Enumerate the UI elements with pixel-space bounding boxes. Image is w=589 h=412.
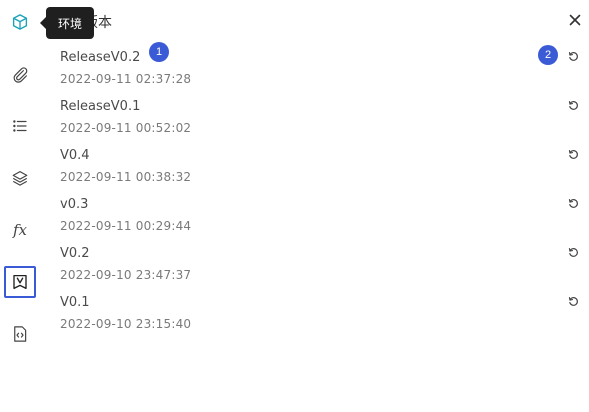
left-rail: fx [0, 0, 40, 412]
rail-code-button[interactable] [4, 318, 36, 350]
restore-icon [568, 198, 578, 208]
annotation-badge-1: 1 [149, 42, 169, 62]
version-name: V0.1 [60, 295, 90, 310]
version-name: V0.4 [60, 148, 90, 163]
version-list: ReleaseV0.2 2022-09-11 02:37:28 ReleaseV… [60, 44, 585, 338]
version-row[interactable]: ReleaseV0.2 2022-09-11 02:37:28 [60, 44, 585, 93]
layers-icon [12, 171, 28, 186]
version-row[interactable]: V0.2 2022-09-10 23:47:37 [60, 240, 585, 289]
paperclip-icon [13, 67, 28, 83]
version-panel-app: fx 环境 版本 ReleaseV0.2 2022-09-11 02:37:28… [0, 0, 589, 412]
rail-version-button[interactable] [4, 266, 36, 298]
rail-outline-button[interactable] [4, 110, 36, 142]
version-row[interactable]: v0.3 2022-09-11 00:29:44 [60, 191, 585, 240]
version-row[interactable]: ReleaseV0.1 2022-09-11 00:52:02 [60, 93, 585, 142]
close-icon [569, 14, 581, 26]
restore-version-button[interactable] [565, 48, 581, 64]
version-icon [13, 274, 27, 290]
restore-version-button[interactable] [565, 146, 581, 162]
version-timestamp: 2022-09-11 00:29:44 [60, 219, 192, 233]
restore-version-button[interactable] [565, 244, 581, 260]
version-row[interactable]: V0.4 2022-09-11 00:38:32 [60, 142, 585, 191]
version-timestamp: 2022-09-10 23:15:40 [60, 317, 192, 331]
restore-icon [568, 149, 578, 159]
restore-icon [568, 296, 578, 306]
cube-icon [12, 14, 28, 30]
version-row[interactable]: V0.1 2022-09-10 23:15:40 [60, 289, 585, 338]
rail-environment-button[interactable] [4, 6, 36, 38]
version-timestamp: 2022-09-11 00:38:32 [60, 170, 192, 184]
version-name: V0.2 [60, 246, 90, 261]
restore-version-button[interactable] [565, 293, 581, 309]
environment-tooltip: 环境 [39, 7, 95, 39]
version-timestamp: 2022-09-10 23:47:37 [60, 268, 192, 282]
restore-version-button[interactable] [565, 97, 581, 113]
version-name: ReleaseV0.1 [60, 99, 141, 114]
rail-layers-button[interactable] [4, 162, 36, 194]
restore-version-button[interactable] [565, 195, 581, 211]
close-button[interactable] [566, 11, 584, 29]
code-file-icon [14, 326, 27, 342]
version-timestamp: 2022-09-11 02:37:28 [60, 72, 192, 86]
annotation-badge-2: 2 [538, 45, 558, 65]
version-name: v0.3 [60, 197, 89, 212]
restore-icon [568, 247, 578, 257]
version-name: ReleaseV0.2 [60, 50, 141, 65]
fx-icon: fx [12, 221, 27, 239]
rail-attachments-button[interactable] [4, 58, 36, 90]
list-icon [13, 120, 27, 132]
restore-icon [568, 51, 578, 61]
version-timestamp: 2022-09-11 00:52:02 [60, 121, 192, 135]
rail-function-button[interactable]: fx [4, 214, 36, 246]
restore-icon [568, 100, 578, 110]
